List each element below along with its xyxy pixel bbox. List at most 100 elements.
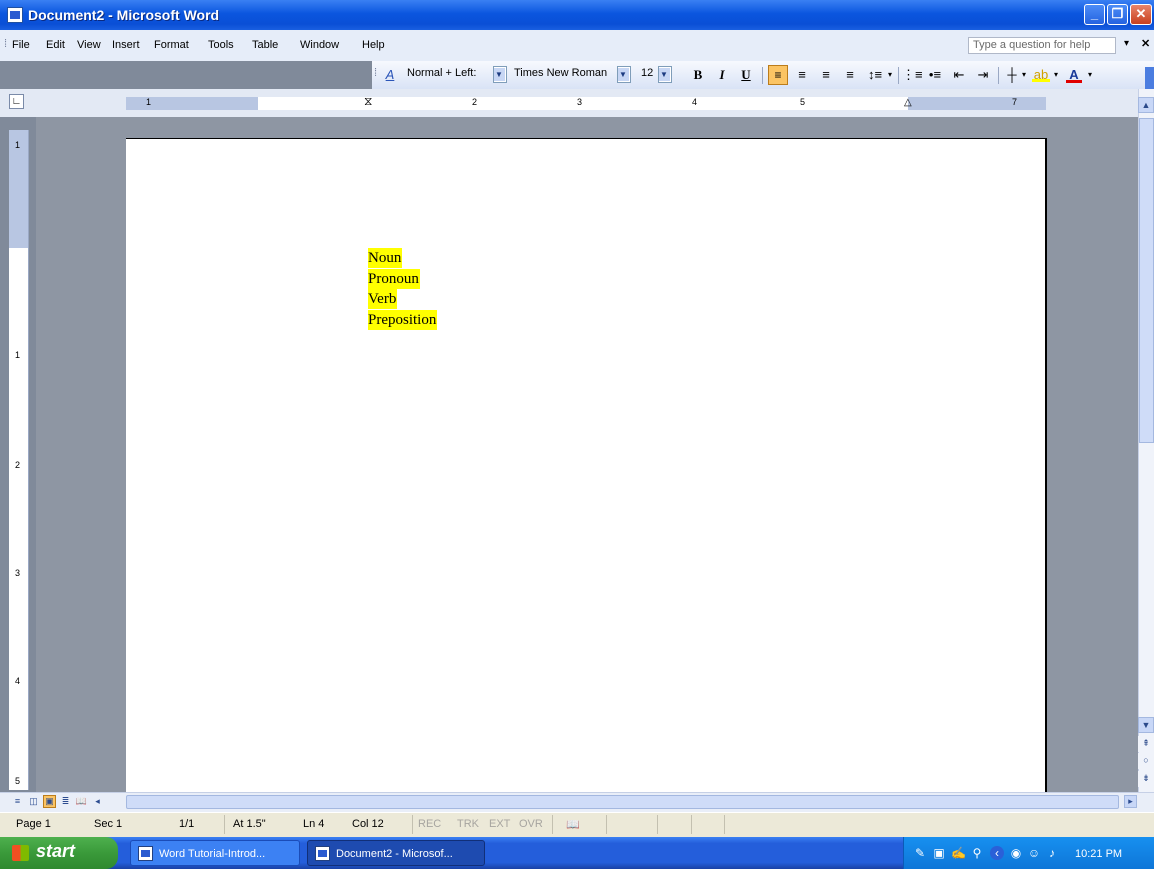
font-size-value: 12 <box>641 67 654 79</box>
ruler-number: 5 <box>15 776 21 786</box>
style-dropdown[interactable]: ▼ <box>493 66 507 83</box>
font-dropdown[interactable]: ▼ <box>617 66 631 83</box>
handwriting-icon[interactable]: ✍ <box>951 846 966 860</box>
help-question-input[interactable]: Type a question for help <box>968 37 1116 54</box>
doc-line-pronoun[interactable]: Pronoun <box>368 269 420 289</box>
user-icon[interactable]: ☺ <box>1027 846 1041 860</box>
task-word-tutorial[interactable]: Word Tutorial-Introd... <box>130 840 300 866</box>
chevron-down-icon[interactable]: ▾ <box>1086 67 1094 83</box>
toolbar-separator <box>762 67 763 84</box>
font-value: Times New Roman <box>514 67 608 79</box>
scroll-right-icon[interactable]: ▸ <box>1124 795 1137 808</box>
select-browse-object-icon[interactable]: ○ <box>1138 753 1154 769</box>
vertical-ruler[interactable]: 1 1 2 3 4 5 <box>9 130 29 790</box>
network-icon[interactable]: ◉ <box>1009 846 1023 860</box>
numbering-icon[interactable]: ⋮≡ <box>902 67 923 83</box>
justify-icon[interactable]: ≡ <box>842 67 858 83</box>
status-column: Col 12 <box>352 818 384 830</box>
pen-icon[interactable]: ✎ <box>913 846 927 860</box>
chevron-down-icon[interactable]: ▾ <box>886 67 894 83</box>
right-indent-icon[interactable]: △ <box>904 97 912 108</box>
menu-file[interactable]: File <box>12 39 30 51</box>
task-label: Document2 - Microsof... <box>336 848 453 860</box>
tablet-icon[interactable]: ⚲ <box>970 846 984 860</box>
decrease-indent-icon[interactable]: ⇤ <box>950 67 968 83</box>
doc-line-noun[interactable]: Noun <box>368 248 403 268</box>
formatting-toolbar: ⁞ A Normal + Left: ▼ Times New Roman ▼ 1… <box>372 61 1154 90</box>
underline-button[interactable]: U <box>738 67 754 83</box>
tab-selector-icon[interactable]: ∟ <box>9 94 24 109</box>
chevron-down-icon: ▼ <box>494 68 505 81</box>
increase-indent-icon[interactable]: ⇥ <box>974 67 992 83</box>
scroll-up-icon[interactable]: ▲ <box>1138 97 1154 113</box>
align-right-icon[interactable]: ≡ <box>818 67 834 83</box>
highlight-icon[interactable]: ab <box>1032 67 1050 82</box>
style-combo[interactable]: Normal + Left: <box>404 66 504 83</box>
first-line-indent-icon[interactable]: ⧖ <box>364 94 372 109</box>
status-ovr[interactable]: OVR <box>519 818 543 830</box>
menu-table[interactable]: Table <box>252 39 278 51</box>
word-app-icon[interactable] <box>7 7 23 23</box>
italic-button[interactable]: I <box>714 67 730 83</box>
document-page[interactable]: Noun Pronoun Verb Preposition <box>126 138 1047 798</box>
window-title: Document2 - Microsoft Word <box>28 7 220 23</box>
speaker-icon[interactable]: ♪ <box>1045 846 1059 860</box>
display-icon[interactable]: ▣ <box>932 846 946 860</box>
menu-format[interactable]: Format <box>154 39 189 51</box>
minimize-button[interactable]: _ <box>1084 4 1105 25</box>
task-document2[interactable]: Document2 - Microsof... <box>307 840 485 866</box>
chevron-down-icon[interactable]: ▾ <box>1052 67 1060 83</box>
menu-tools[interactable]: Tools <box>208 39 234 51</box>
reading-layout-icon[interactable]: 📖 <box>75 795 88 808</box>
borders-icon[interactable]: ┼ <box>1004 67 1020 83</box>
close-document-icon[interactable]: ✕ <box>1141 37 1150 50</box>
menu-view[interactable]: View <box>77 39 101 51</box>
horizontal-scroll-thumb[interactable] <box>126 795 1119 809</box>
toolbar-options-icon[interactable] <box>1145 67 1154 89</box>
menu-edit[interactable]: Edit <box>46 39 65 51</box>
word-doc-icon <box>315 846 330 861</box>
chevron-down-icon[interactable]: ▾ <box>1020 67 1028 83</box>
spelling-grammar-icon[interactable]: 📖 <box>566 818 580 831</box>
clock[interactable]: 10:21 PM <box>1075 848 1122 860</box>
show-hidden-icons-icon[interactable]: ‹ <box>990 846 1004 860</box>
next-page-icon[interactable]: ⇟ <box>1138 771 1154 787</box>
restore-button[interactable]: ❐ <box>1107 4 1128 25</box>
normal-view-icon[interactable]: ≡ <box>11 795 24 808</box>
previous-page-icon[interactable]: ⇞ <box>1138 736 1154 752</box>
vertical-scroll-thumb[interactable] <box>1139 118 1154 443</box>
size-dropdown[interactable]: ▼ <box>658 66 672 83</box>
font-size-combo[interactable]: 12 <box>638 66 660 83</box>
web-layout-icon[interactable]: ◫ <box>27 795 40 808</box>
outline-view-icon[interactable]: ≣ <box>59 795 72 808</box>
help-dropdown-icon[interactable]: ▾ <box>1124 38 1129 49</box>
title-bar[interactable]: Document2 - Microsoft Word _ ❐ ✕ <box>0 0 1154 30</box>
horizontal-ruler[interactable]: 1 ⧖ 2 3 4 5 △ 7 <box>126 94 1046 110</box>
line-spacing-icon[interactable]: ↕≡ <box>864 67 886 83</box>
start-button[interactable]: start <box>0 837 118 869</box>
bullets-icon[interactable]: •≡ <box>926 67 944 83</box>
menu-window[interactable]: Window <box>300 39 339 51</box>
ruler-number: 4 <box>692 97 698 107</box>
status-trk[interactable]: TRK <box>457 818 479 830</box>
start-label: start <box>36 841 76 861</box>
bold-button[interactable]: B <box>690 67 706 83</box>
doc-line-verb[interactable]: Verb <box>368 289 398 309</box>
status-rec[interactable]: REC <box>418 818 441 830</box>
align-center-icon[interactable]: ≡ <box>794 67 810 83</box>
scroll-left-icon[interactable]: ◂ <box>91 795 104 808</box>
windows-logo-icon <box>12 845 29 861</box>
styles-formatting-icon[interactable]: A <box>382 67 398 83</box>
print-layout-icon[interactable]: ▣ <box>43 795 56 808</box>
align-left-icon[interactable]: ≡ <box>768 65 788 85</box>
doc-line-preposition[interactable]: Preposition <box>368 310 438 330</box>
status-separator <box>606 815 607 834</box>
menu-insert[interactable]: Insert <box>112 39 140 51</box>
status-ext[interactable]: EXT <box>489 818 510 830</box>
menu-help[interactable]: Help <box>362 39 385 51</box>
font-combo[interactable]: Times New Roman <box>511 66 623 83</box>
close-button[interactable]: ✕ <box>1130 4 1152 25</box>
font-color-icon[interactable]: A <box>1066 67 1082 83</box>
status-page-count: 1/1 <box>179 818 195 830</box>
scroll-down-icon[interactable]: ▼ <box>1138 717 1154 733</box>
